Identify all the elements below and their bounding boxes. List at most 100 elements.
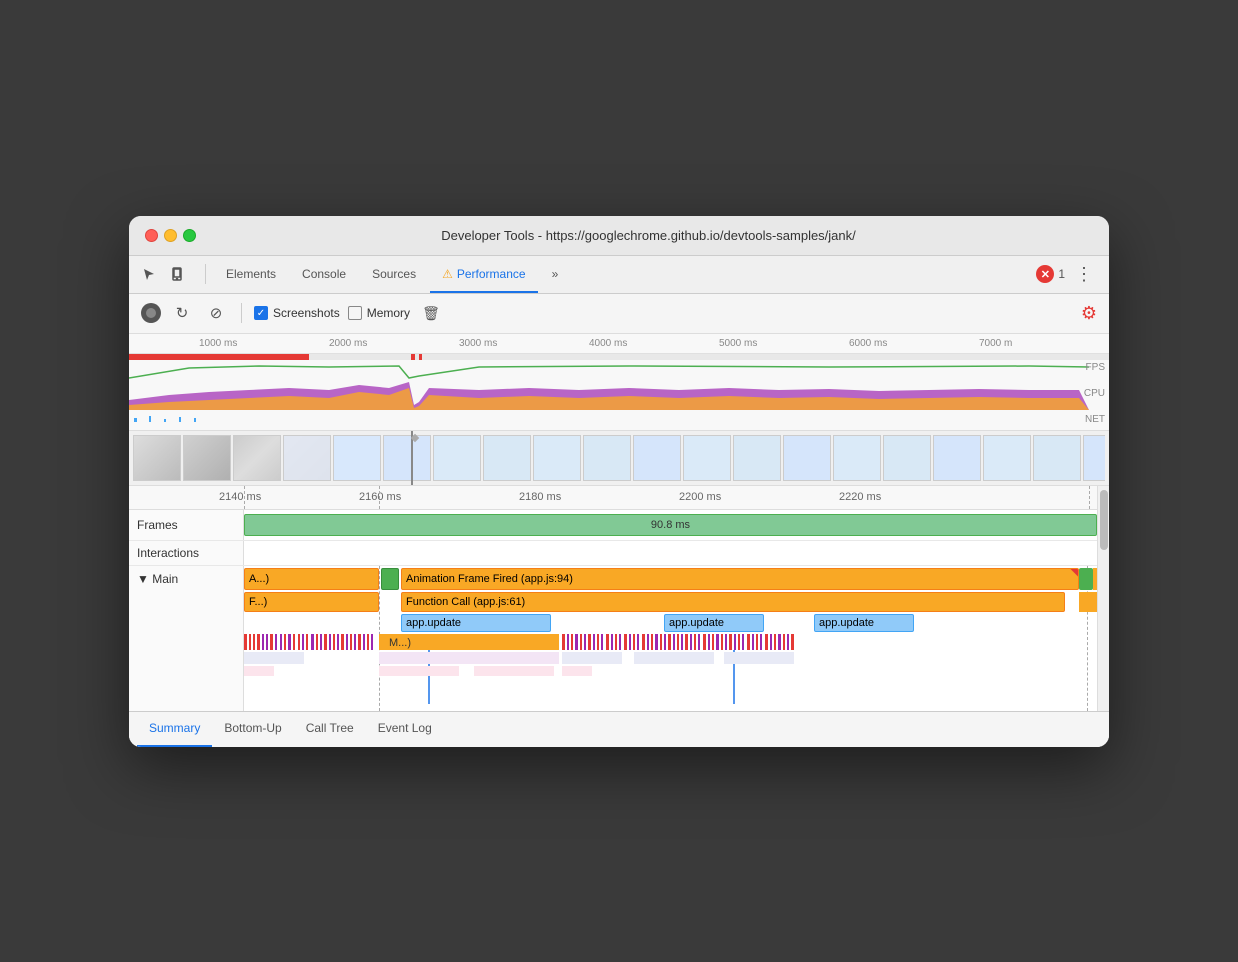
cpu-chart <box>129 380 1109 410</box>
flame-chart: M...) <box>244 634 1097 704</box>
detail-time-2160: 2160 ms <box>359 491 401 503</box>
task-app-update-3[interactable]: app.update <box>814 614 914 632</box>
main-content[interactable]: A...) Animation Frame Fired (app.js:94) <box>244 566 1097 711</box>
screenshots-checkbox-label[interactable]: Screenshots <box>254 306 340 320</box>
time-label-2000: 2000 ms <box>329 338 367 349</box>
screenshot-thumb[interactable] <box>683 435 731 481</box>
screenshot-thumb[interactable] <box>783 435 831 481</box>
warning-icon: ⚠ <box>442 267 453 281</box>
reload-record-button[interactable]: ↻ <box>169 300 195 326</box>
tab-call-tree[interactable]: Call Tree <box>294 711 366 747</box>
mobile-icon[interactable] <box>165 262 189 286</box>
main-label: ▼ Main <box>129 566 244 711</box>
screenshot-thumb[interactable] <box>133 435 181 481</box>
long-task-indicator <box>1070 569 1078 577</box>
record-button[interactable] <box>141 303 161 323</box>
interactions-content <box>244 541 1097 565</box>
task-app-update-1[interactable]: app.update <box>401 614 551 632</box>
net-row: NET <box>129 410 1109 430</box>
memory-checkbox[interactable] <box>348 306 362 320</box>
screenshot-thumb[interactable] <box>183 435 231 481</box>
detail-time-2140: 2140 ms <box>219 491 261 503</box>
time-label-5000: 5000 ms <box>719 338 757 349</box>
task-app-update-2[interactable]: app.update <box>664 614 764 632</box>
devtools-window: Developer Tools - https://googlechrome.g… <box>129 216 1109 747</box>
toolbar: ↻ ⊘ Screenshots Memory 🗑 ⚙ <box>129 294 1109 334</box>
screenshot-thumb[interactable] <box>583 435 631 481</box>
timeline-scrollbar[interactable] <box>1097 486 1109 711</box>
scrollbar-thumb[interactable] <box>1100 490 1108 550</box>
screenshot-thumb[interactable] <box>933 435 981 481</box>
time-label-4000: 4000 ms <box>589 338 627 349</box>
task-a-short[interactable]: A...) <box>244 568 379 590</box>
maximize-button[interactable] <box>183 229 196 242</box>
task-animation-frame[interactable]: Animation Frame Fired (app.js:94) <box>401 568 1079 590</box>
fps-row: FPS <box>129 360 1109 380</box>
title-bar: Developer Tools - https://googlechrome.g… <box>129 216 1109 256</box>
screenshot-thumb[interactable] <box>483 435 531 481</box>
screenshot-thumb[interactable] <box>633 435 681 481</box>
frames-track: Frames 90.8 ms <box>129 510 1097 541</box>
kebab-menu[interactable]: ⋮ <box>1067 260 1101 289</box>
minimize-button[interactable] <box>164 229 177 242</box>
tab-console[interactable]: Console <box>290 255 358 293</box>
tab-event-log[interactable]: Event Log <box>366 711 444 747</box>
net-label: NET <box>1085 414 1105 425</box>
tab-sources[interactable]: Sources <box>360 255 428 293</box>
tab-separator-1 <box>205 264 206 284</box>
task-f-short[interactable]: F...) <box>244 592 379 612</box>
interactions-label: Interactions <box>129 541 244 565</box>
settings-button[interactable]: ⚙ <box>1081 303 1097 324</box>
tab-elements[interactable]: Elements <box>214 255 288 293</box>
detail-time-2220: 2220 ms <box>839 491 881 503</box>
window-title: Developer Tools - https://googlechrome.g… <box>204 228 1093 243</box>
screenshot-thumb[interactable] <box>1083 435 1105 481</box>
guide-right <box>1089 486 1090 509</box>
task-f-right <box>1079 592 1097 612</box>
task-yellow-end <box>1093 568 1097 590</box>
cursor-icon[interactable] <box>137 262 161 286</box>
screenshot-thumb[interactable] <box>333 435 381 481</box>
toolbar-separator-1 <box>241 303 242 323</box>
screenshot-thumb[interactable] <box>983 435 1031 481</box>
tab-more[interactable]: » <box>540 255 571 293</box>
clear-button[interactable]: ⊘ <box>203 300 229 326</box>
time-label-1000: 1000 ms <box>199 338 237 349</box>
frames-content[interactable]: 90.8 ms <box>244 510 1097 540</box>
screenshot-thumbs <box>133 435 1105 481</box>
tab-bar-icons <box>137 262 189 286</box>
time-ruler-detail: 2140 ms 2160 ms 2180 ms 2200 ms 2220 ms <box>129 486 1097 510</box>
close-button[interactable] <box>145 229 158 242</box>
tab-performance[interactable]: ⚠ Performance <box>430 255 537 293</box>
screenshots-checkbox[interactable] <box>254 306 268 320</box>
tab-bottom-up[interactable]: Bottom-Up <box>212 711 293 747</box>
time-ruler-overview: 1000 ms 2000 ms 3000 ms 4000 ms 5000 ms … <box>129 334 1109 354</box>
screenshot-thumb[interactable] <box>733 435 781 481</box>
trash-button[interactable]: 🗑 <box>418 300 444 326</box>
time-label-7000: 7000 m <box>979 338 1012 349</box>
screenshot-thumb[interactable] <box>383 435 431 481</box>
frame-bar[interactable]: 90.8 ms <box>244 514 1097 536</box>
detail-time-2180: 2180 ms <box>519 491 561 503</box>
main-track: ▼ Main A...) Animat <box>129 566 1097 711</box>
screenshot-thumb[interactable] <box>533 435 581 481</box>
screenshots-row <box>129 430 1109 485</box>
bottom-tabs: Summary Bottom-Up Call Tree Event Log <box>129 711 1109 747</box>
task-function-call[interactable]: Function Call (app.js:61) <box>401 592 1065 612</box>
interactions-track: Interactions <box>129 541 1097 566</box>
fps-label: FPS <box>1086 362 1105 373</box>
frames-label: Frames <box>129 510 244 540</box>
overview-panel[interactable]: 1000 ms 2000 ms 3000 ms 4000 ms 5000 ms … <box>129 334 1109 486</box>
screenshot-thumb[interactable] <box>283 435 331 481</box>
screenshot-thumb[interactable] <box>883 435 931 481</box>
tab-summary[interactable]: Summary <box>137 711 212 747</box>
screenshot-thumb[interactable] <box>833 435 881 481</box>
screenshot-thumb[interactable] <box>1033 435 1081 481</box>
task-green-1[interactable] <box>381 568 399 590</box>
screenshot-thumb[interactable] <box>433 435 481 481</box>
screenshot-thumb[interactable] <box>233 435 281 481</box>
error-badge: ✕ 1 <box>1036 265 1065 283</box>
time-label-3000: 3000 ms <box>459 338 497 349</box>
memory-checkbox-label[interactable]: Memory <box>348 306 410 320</box>
traffic-lights <box>145 229 196 242</box>
